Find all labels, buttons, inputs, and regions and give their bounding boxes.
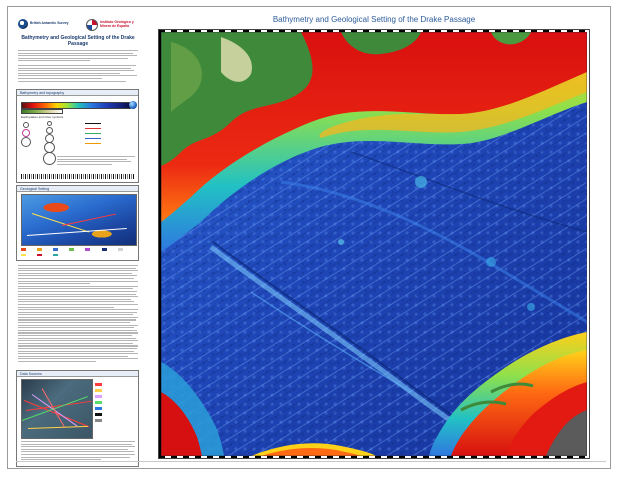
igme-name: Instituto Geológico y Minero de España bbox=[100, 20, 134, 28]
magnitude-symbol-1 bbox=[47, 121, 52, 126]
credits-text bbox=[18, 65, 138, 83]
legend-line-ridge bbox=[85, 128, 101, 129]
bathymetry-panel: Bathymetry and topography Earthquakes an… bbox=[16, 89, 139, 183]
depth-colour-scale bbox=[21, 102, 131, 109]
geological-legend bbox=[21, 248, 135, 259]
data-legend-item bbox=[95, 389, 135, 392]
data-sources-title: Data Sources bbox=[17, 371, 138, 377]
data-legend-item bbox=[95, 407, 135, 410]
bathymetry-panel-title: Bathymetry and topography bbox=[17, 90, 138, 96]
geological-inset-map bbox=[21, 194, 137, 246]
legend-line-track bbox=[85, 143, 101, 144]
bas-logo: British Antarctic Survey bbox=[18, 19, 70, 29]
info-column: British Antarctic Survey Instituto Geoló… bbox=[16, 15, 139, 467]
igme-logo-icon bbox=[86, 19, 98, 31]
map-title: Bathymetry and Geological Setting of the… bbox=[272, 15, 476, 24]
legend-line-zone bbox=[85, 133, 101, 134]
earthquake-symbol-large bbox=[21, 137, 31, 147]
bas-name: British Antarctic Survey bbox=[30, 21, 69, 26]
data-coverage-map bbox=[21, 379, 93, 439]
bathymetry-map-graphic bbox=[161, 32, 587, 456]
inset-fault-line bbox=[31, 213, 90, 233]
legend-line-boundary bbox=[85, 138, 101, 139]
igme-logo: Instituto Geológico y Minero de España bbox=[86, 19, 140, 31]
elevation-colour-scale bbox=[21, 109, 63, 114]
citation-text bbox=[18, 50, 138, 63]
data-legend-item bbox=[95, 395, 135, 398]
map-sheet: British Antarctic Survey Instituto Geoló… bbox=[7, 6, 611, 469]
earthquake-symbol-medium bbox=[22, 129, 30, 137]
legend-line-fault bbox=[85, 123, 101, 124]
geological-setting-panel: Geological Setting bbox=[16, 185, 139, 261]
data-legend-item bbox=[95, 401, 135, 404]
earthquake-heading: Earthquakes and other symbols bbox=[21, 115, 64, 119]
geological-setting-title: Geological Setting bbox=[17, 186, 138, 192]
earthquake-symbol-small bbox=[23, 122, 29, 128]
map-frame bbox=[158, 29, 590, 459]
data-legend-item bbox=[95, 383, 135, 386]
magnitude-symbol-5 bbox=[43, 152, 56, 165]
bas-logo-icon bbox=[18, 19, 28, 29]
scale-bar bbox=[21, 174, 135, 179]
inset-ridge-line bbox=[61, 213, 116, 226]
explanatory-text bbox=[16, 265, 139, 369]
data-sources-panel: Data Sources bbox=[16, 370, 139, 467]
bathymetry-notes bbox=[57, 156, 135, 166]
data-legend-item bbox=[95, 419, 135, 422]
bathymetry-map bbox=[161, 32, 587, 456]
magnitude-symbol-2 bbox=[46, 127, 53, 134]
sheet-title: Bathymetry and Geological Setting of the… bbox=[21, 35, 135, 47]
inset-boundary-line bbox=[26, 228, 127, 236]
data-sources-text bbox=[21, 441, 135, 462]
globe-icon bbox=[129, 101, 137, 109]
data-legend-item bbox=[95, 413, 135, 416]
survey-track bbox=[27, 425, 88, 430]
footer-strip bbox=[16, 461, 606, 462]
